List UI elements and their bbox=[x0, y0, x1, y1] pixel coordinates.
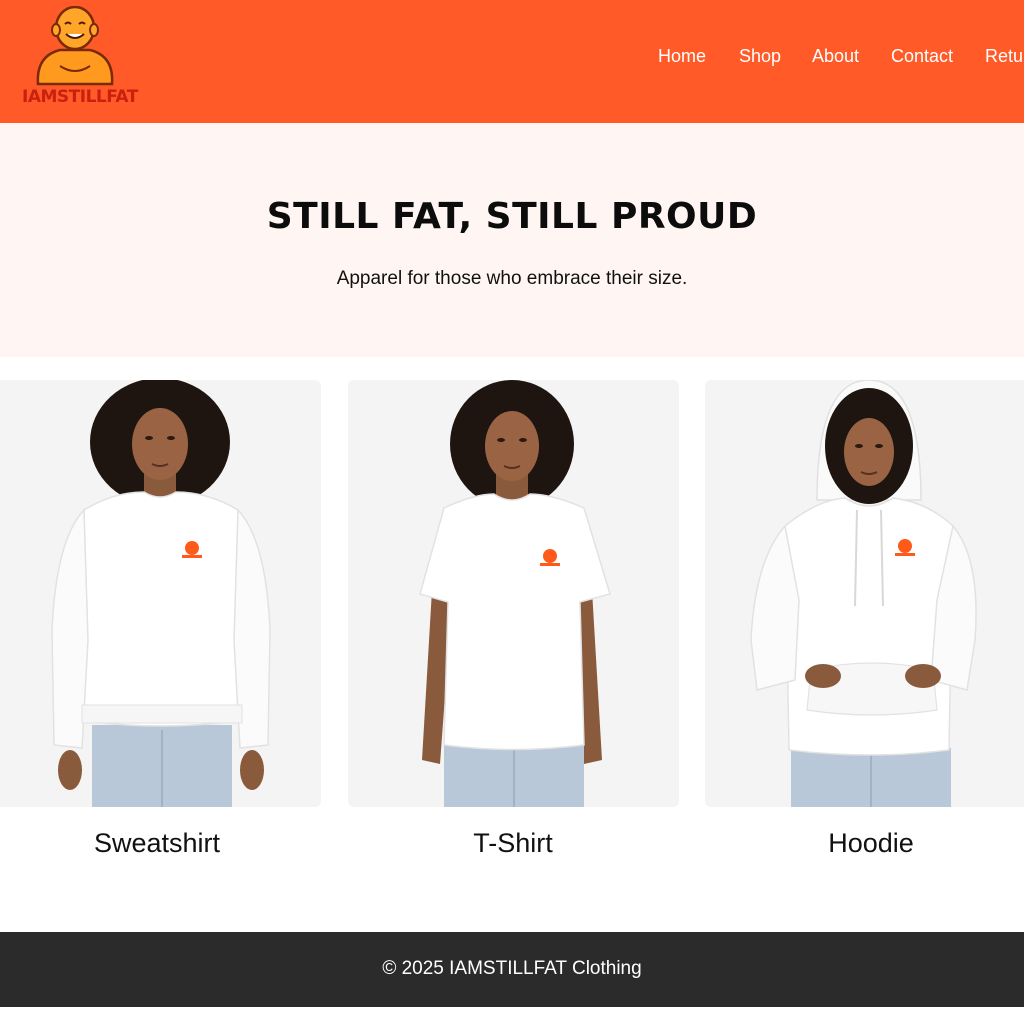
mascot-logo-icon bbox=[36, 6, 114, 86]
product-name-tshirt[interactable]: T-Shirt bbox=[356, 828, 670, 859]
product-name-hoodie[interactable]: Hoodie bbox=[714, 828, 1024, 859]
nav-shop-link[interactable]: Shop bbox=[739, 46, 781, 67]
site-footer: © 2025 IAMSTILLFAT Clothing bbox=[0, 932, 1024, 1007]
copyright-text: © 2025 IAMSTILLFAT Clothing bbox=[382, 958, 642, 979]
nav-returns-link[interactable]: Returns bbox=[985, 46, 1024, 67]
tshirt-model-image bbox=[419, 380, 611, 807]
nav-home-link[interactable]: Home bbox=[658, 46, 706, 67]
product-card-tshirt[interactable] bbox=[348, 380, 679, 807]
hero-title: STILL FAT, STILL PROUD bbox=[266, 196, 758, 237]
hero-banner: STILL FAT, STILL PROUD Apparel for those… bbox=[0, 123, 1024, 357]
site-header: IAMSTILLFAT Home Shop About Contact Retu… bbox=[0, 0, 1024, 123]
nav-about-link[interactable]: About bbox=[812, 46, 859, 67]
sweatshirt-model-image bbox=[51, 380, 271, 807]
product-card-hoodie[interactable] bbox=[705, 380, 1024, 807]
hoodie-model-image bbox=[750, 380, 977, 807]
brand-logo[interactable]: IAMSTILLFAT bbox=[22, 6, 138, 110]
brand-name: IAMSTILLFAT bbox=[22, 87, 138, 107]
hero-subtitle: Apparel for those who embrace their size… bbox=[336, 268, 688, 289]
product-name-sweatshirt[interactable]: Sweatshirt bbox=[0, 828, 314, 859]
nav-contact-link[interactable]: Contact bbox=[891, 46, 953, 67]
product-card-sweatshirt[interactable] bbox=[0, 380, 321, 807]
